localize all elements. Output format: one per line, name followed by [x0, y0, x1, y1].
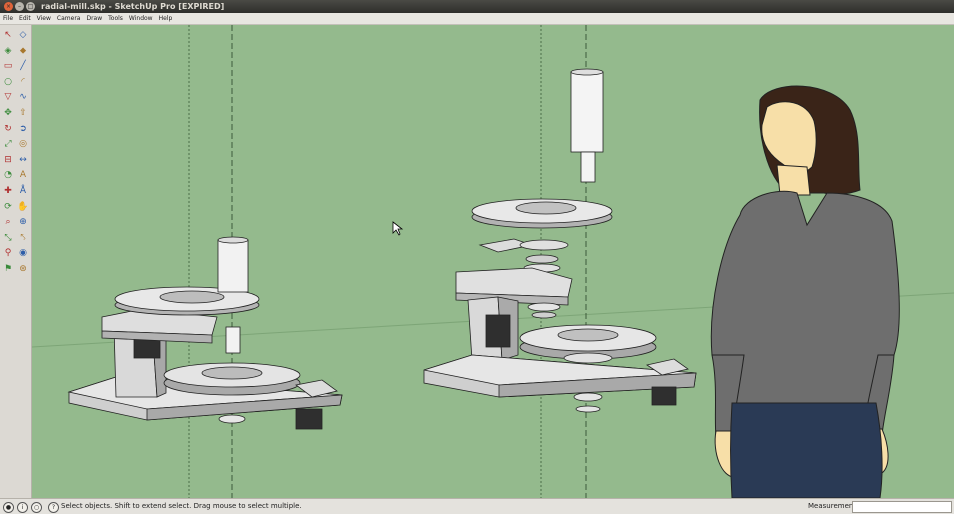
menu-view[interactable]: View	[34, 13, 54, 24]
arc-icon[interactable]: ◜	[17, 76, 29, 88]
menu-draw[interactable]: Draw	[83, 13, 105, 24]
orbit-icon[interactable]: ⟳	[2, 201, 14, 213]
status-message: Select objects. Shift to extend select. …	[61, 502, 302, 510]
menu-camera[interactable]: Camera	[54, 13, 84, 24]
maximize-window-button[interactable]: □	[26, 2, 35, 11]
protractor-icon[interactable]: ◔	[2, 169, 14, 181]
paint-bucket-icon[interactable]: ⬥	[17, 45, 29, 57]
user-icon[interactable]: ○	[31, 502, 42, 513]
section-plane-icon[interactable]: ⊛	[17, 263, 29, 275]
eraser-icon[interactable]: ◇	[17, 29, 29, 41]
text-icon[interactable]: A	[17, 169, 29, 181]
select-arrow-icon[interactable]: ↖	[2, 29, 14, 41]
mouse-cursor	[392, 221, 404, 236]
axes-icon[interactable]: ✚	[2, 185, 14, 197]
model-viewport[interactable]	[32, 25, 954, 498]
rectangle-icon[interactable]: ▭	[2, 60, 14, 72]
look-around-icon[interactable]: ◉	[17, 247, 29, 259]
minimize-window-button[interactable]: –	[15, 2, 24, 11]
move-icon[interactable]: ✥	[2, 107, 14, 119]
position-camera-icon[interactable]: ⚲	[2, 247, 14, 259]
3d-text-icon[interactable]: Å	[17, 185, 29, 197]
geo-location-icon[interactable]: ●	[3, 502, 14, 513]
close-window-button[interactable]: ×	[4, 2, 13, 11]
menu-tools[interactable]: Tools	[105, 13, 126, 24]
title-bar: × – □ radial-mill.skp - SketchUp Pro [EX…	[0, 0, 954, 13]
circle-icon[interactable]: ○	[2, 76, 14, 88]
push-pull-icon[interactable]: ⇧	[17, 107, 29, 119]
menu-help[interactable]: Help	[156, 13, 176, 24]
credits-icon[interactable]: i	[17, 502, 28, 513]
walk-icon[interactable]: ⚑	[2, 263, 14, 275]
zoom-icon[interactable]: ⌕	[2, 216, 14, 228]
offset-icon[interactable]: ◎	[17, 138, 29, 150]
dimension-icon[interactable]: ↔	[17, 154, 29, 166]
scale-figure-person[interactable]	[710, 85, 900, 498]
zoom-window-icon[interactable]: ⊕	[17, 216, 29, 228]
scale-icon[interactable]: ⤢	[2, 138, 14, 150]
measurements-input[interactable]	[852, 501, 952, 513]
polygon-icon[interactable]: ▽	[2, 91, 14, 103]
instructor-help-icon[interactable]: ?	[48, 502, 59, 513]
rotate-icon[interactable]: ↻	[2, 123, 14, 135]
line-pencil-icon[interactable]: ╱	[17, 60, 29, 72]
tool-palette: ↖ ◇ ◈ ⬥ ▭ ╱ ○ ◜ ▽ ∿ ✥ ⇧ ↻ ➲ ⤢ ◎ ⊟ ↔ ◔ A ✚ Å ⟳ ✋ ⌕ ⊕ ⤡ ⤣ ⚲ ◉ ⚑ ⊛	[0, 25, 32, 498]
tape-measure-icon[interactable]: ⊟	[2, 154, 14, 166]
model-scene	[32, 25, 954, 498]
menu-window[interactable]: Window	[126, 13, 156, 24]
freehand-icon[interactable]: ∿	[17, 91, 29, 103]
menu-file[interactable]: File	[0, 13, 16, 24]
previous-view-icon[interactable]: ⤣	[17, 232, 29, 244]
menu-bar: File Edit View Camera Draw Tools Window Help	[0, 13, 954, 25]
status-bar: ● i ○ ? Select objects. Shift to extend …	[0, 498, 954, 514]
window-title: radial-mill.skp - SketchUp Pro [EXPIRED]	[41, 2, 225, 11]
make-component-icon[interactable]: ◈	[2, 45, 14, 57]
exploded-mill-model[interactable]	[423, 68, 697, 413]
assembled-mill-model[interactable]	[67, 236, 343, 430]
menu-edit[interactable]: Edit	[16, 13, 34, 24]
follow-me-icon[interactable]: ➲	[17, 123, 29, 135]
zoom-extents-icon[interactable]: ⤡	[2, 232, 14, 244]
pan-icon[interactable]: ✋	[17, 201, 29, 213]
